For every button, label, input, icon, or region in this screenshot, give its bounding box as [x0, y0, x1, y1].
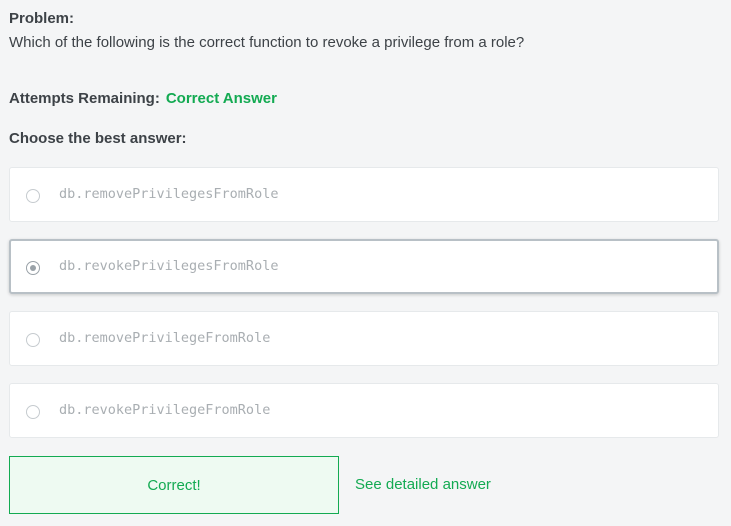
radio-dot: [30, 265, 36, 271]
answer-option-label: db.revokePrivilegeFromRole: [59, 402, 271, 418]
answer-option[interactable]: db.removePrivilegeFromRole: [9, 311, 719, 366]
result-message: Correct!: [147, 476, 201, 494]
quiz-page: Problem: Which of the following is the c…: [0, 0, 731, 526]
problem-label: Problem:: [9, 10, 75, 27]
radio-button-checked[interactable]: [26, 261, 40, 275]
attempts-status: Correct Answer: [165, 90, 277, 107]
problem-question: Which of the following is the correct fu…: [9, 34, 525, 51]
see-detailed-answer-link[interactable]: See detailed answer: [355, 476, 491, 493]
radio-button[interactable]: [26, 405, 40, 419]
choose-label: Choose the best answer:: [9, 130, 187, 147]
answer-option[interactable]: db.removePrivilegesFromRole: [9, 167, 719, 222]
answer-option-label: db.removePrivilegeFromRole: [59, 330, 271, 346]
answer-option-label: db.revokePrivilegesFromRole: [59, 258, 279, 274]
answer-option[interactable]: db.revokePrivilegeFromRole: [9, 383, 719, 438]
answer-option-label: db.removePrivilegesFromRole: [59, 186, 279, 202]
radio-button[interactable]: [26, 333, 40, 347]
attempts-label: Attempts Remaining:: [9, 90, 160, 107]
result-banner: Correct!: [9, 456, 339, 514]
attempts-remaining: Attempts Remaining: Correct Answer: [9, 90, 277, 107]
radio-button[interactable]: [26, 189, 40, 203]
answer-option-selected[interactable]: db.revokePrivilegesFromRole: [9, 239, 719, 294]
